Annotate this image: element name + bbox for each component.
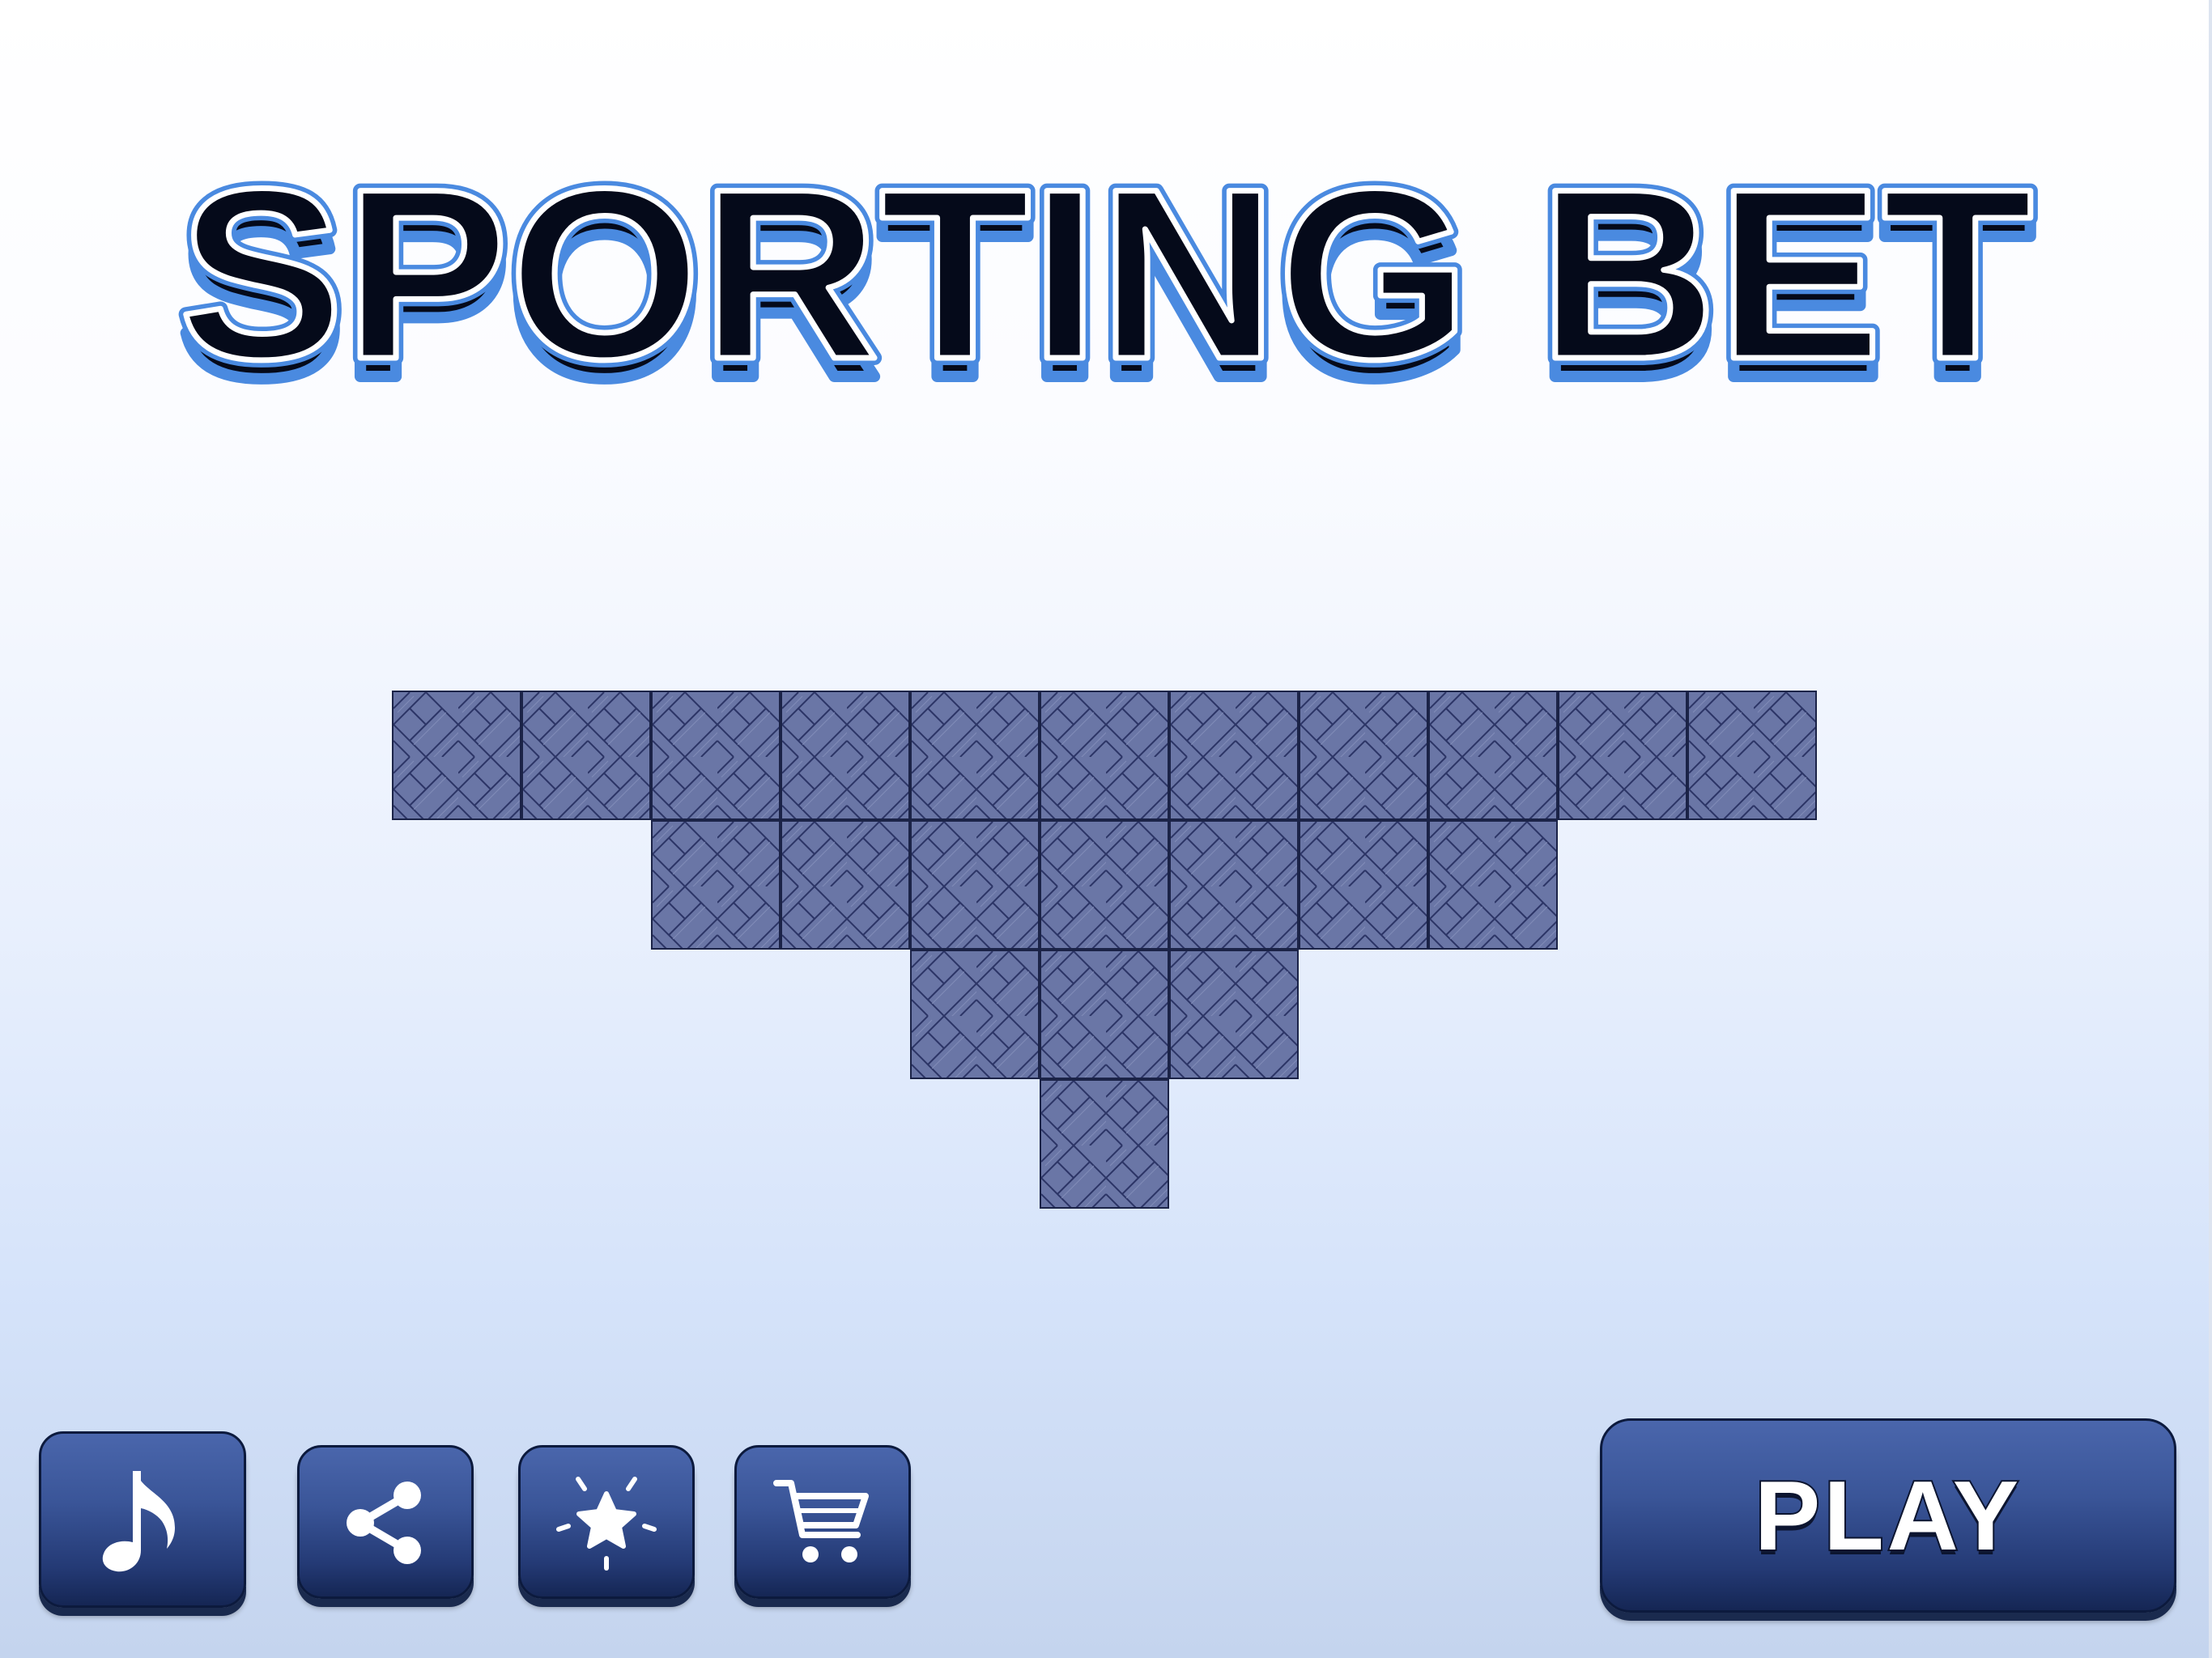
board-tile[interactable]: [392, 691, 521, 820]
tile-weave-pattern: [912, 692, 1038, 818]
board-tile[interactable]: [1558, 691, 1687, 820]
tile-weave-pattern: [912, 951, 1038, 1078]
share-button[interactable]: [297, 1445, 474, 1599]
play-button-label: PLAY: [1753, 1460, 2023, 1571]
board-tile[interactable]: [1040, 950, 1169, 1079]
board-tile[interactable]: [1299, 820, 1428, 950]
board-tile[interactable]: [781, 691, 910, 820]
board-tile[interactable]: [910, 950, 1040, 1079]
board-tile[interactable]: [1428, 691, 1558, 820]
share-icon: [347, 1482, 421, 1564]
board-tile[interactable]: [1428, 820, 1558, 950]
rate-button[interactable]: [518, 1445, 695, 1599]
tile-weave-pattern: [1041, 692, 1168, 818]
board-tile[interactable]: [1169, 691, 1299, 820]
board-tile[interactable]: [781, 820, 910, 950]
tile-weave-pattern: [912, 822, 1038, 948]
tile-weave-pattern: [393, 692, 520, 818]
shopping-cart-icon: [773, 1480, 869, 1562]
board-tile[interactable]: [910, 820, 1040, 950]
music-button[interactable]: [39, 1431, 246, 1608]
tile-weave-pattern: [1430, 692, 1556, 818]
tile-weave-pattern: [1171, 822, 1297, 948]
game-title: SPORTING BET SPORTING BET SPORTING BET: [0, 146, 2212, 437]
tile-weave-pattern: [782, 822, 908, 948]
tile-weave-pattern: [1041, 822, 1168, 948]
tile-weave-pattern: [523, 692, 649, 818]
board-tile[interactable]: [651, 691, 781, 820]
tile-weave-pattern: [1171, 692, 1297, 818]
tile-weave-pattern: [653, 692, 779, 818]
play-button[interactable]: PLAY: [1600, 1418, 2176, 1613]
shop-button[interactable]: [734, 1445, 911, 1599]
board-tile[interactable]: [910, 691, 1040, 820]
star-icon: [556, 1477, 657, 1571]
board-tile[interactable]: [1687, 691, 1817, 820]
title-text: SPORTING BET: [179, 146, 2033, 410]
tile-weave-pattern: [1171, 951, 1297, 1078]
tile-weave-pattern: [1041, 1081, 1168, 1207]
board-tile[interactable]: [1169, 950, 1299, 1079]
tile-weave-pattern: [1430, 822, 1556, 948]
tile-weave-pattern: [653, 822, 779, 948]
tile-weave-pattern: [1300, 692, 1427, 818]
tile-weave-pattern: [1559, 692, 1686, 818]
board-tile[interactable]: [651, 820, 781, 950]
board-tile[interactable]: [1299, 691, 1428, 820]
board-tile[interactable]: [1040, 1079, 1169, 1209]
tile-weave-pattern: [782, 692, 908, 818]
board-tile[interactable]: [1169, 820, 1299, 950]
tile-weave-pattern: [1041, 951, 1168, 1078]
board-tile[interactable]: [1040, 691, 1169, 820]
tile-weave-pattern: [1300, 822, 1427, 948]
tile-weave-pattern: [1689, 692, 1815, 818]
board-tile[interactable]: [521, 691, 651, 820]
board-tile[interactable]: [1040, 820, 1169, 950]
music-note-icon: [102, 1471, 175, 1572]
